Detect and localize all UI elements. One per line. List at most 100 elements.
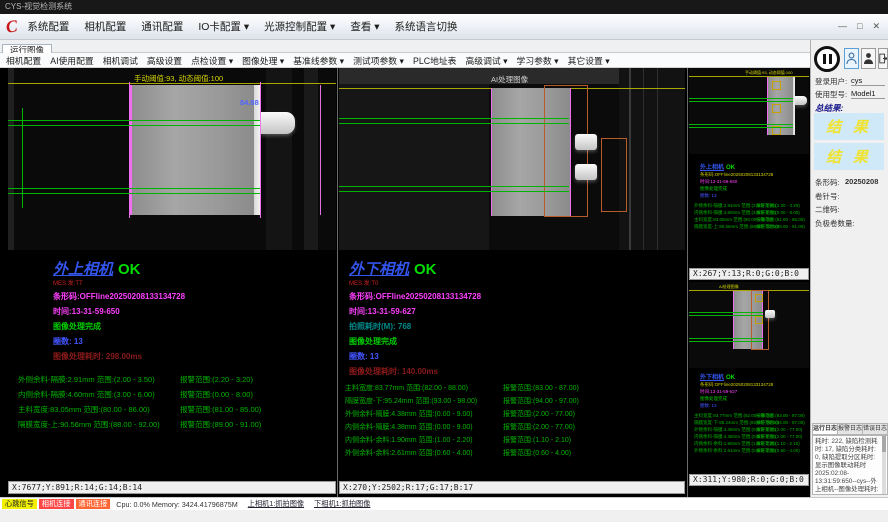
user-icon [846,52,857,65]
alarm-range: 报警范围:(1.10 - 2.10) [503,437,571,444]
tool-spot-check[interactable]: 点检设置 ▾ [191,54,233,67]
qr-label: 二维码: [815,204,840,215]
result-block-lower-outer: 外下相机OK MES:发:T0 条形码:OFFline2025020813313… [339,250,685,468]
minimize-icon[interactable]: — [838,22,847,31]
window-title: CYS-视觉检测系统 [5,2,72,11]
reflective-part [575,164,597,180]
measure-tag: 84.88 [240,98,259,107]
electrode-region [130,85,254,215]
result-block-upper-outer: 外上相机OK MES:发:TT 条形码:OFFline2025020813313… [8,250,336,468]
user-manage-button[interactable] [861,48,876,69]
tool-plc-address[interactable]: PLC地址表 [413,54,457,67]
camera-title: 外下相机OK [349,258,685,279]
user-dark-icon [863,52,874,65]
measure-row: 隔膜宽度-上:90.56mm 范围:(88.00 - 92.00)报警范围:(8… [18,419,336,434]
pixel-readout-mini-bottom: X:311;Y:980;R:0;G:0;B:0 [689,474,809,486]
comm-connect-badge: 通讯连接 [76,499,111,509]
log-text-area[interactable]: 耗时: 222, 缺陷检测耗时: 17, 缺陷分类耗时: 0, 缺陷提取分区耗时… [812,435,888,495]
measure-value: 隔膜宽度-上:90.56mm 范围:(88.00 - 92.00) [18,419,180,430]
login-user-value: cys [851,76,885,86]
barcode-line: 条形码:OFFline20250208133134728 [53,291,336,302]
measure-row: 主料宽度:83.77mm 范围:(82.00 - 88.00)报警范围:(83.… [345,383,685,396]
mes-status: MES:发:T0 [349,278,685,287]
alarm-range: 报警范围:(89.00 - 91.00) [180,420,261,429]
pixel-readout-mini-top: X:267;Y:13;R:0;G:0;B:0 [689,268,809,280]
alarm-range: 报警范围:(83.00 - 87.00) [503,385,579,392]
photo-time-line: 拍照耗时(M): 768 [349,321,685,332]
model-label: 使用型号: [815,89,847,100]
result-box-lower: 结 果 [814,143,884,170]
tool-advanced-debug[interactable]: 高级调试 ▾ [465,54,507,67]
tool-camera-debug[interactable]: 相机调试 [103,54,138,67]
time-line: 时间:13-31-59-650 [53,306,336,317]
menu-light-config[interactable]: 光源控制配置 ▾ [264,19,335,34]
close-icon[interactable]: ✕ [872,22,880,31]
measure-value: 内侧余料-隔膜:4.60mm 范围:(3.00 - 6.00) [18,389,180,400]
barcode-line: 条形码:OFFline20250208133134728 [349,291,685,302]
camera-image-lower-outer[interactable]: AI处理图像 [339,68,685,250]
toolbar: 相机配置 AI使用配置 相机调试 高级设置 点检设置 ▾ 图像处理 ▾ 基准线参… [0,53,810,68]
turn-count-line: 圈数: 13 [53,336,336,347]
count-label: 负极卷数量: [815,218,855,229]
mini-result-top: 外上相机OK 条形码:OFFline20250208133134728 时间:1… [700,162,805,231]
lower-camera-snap-link[interactable]: 下相机1:抓拍图像 [314,499,370,509]
alarm-range: 报警范围:(2.00 - 77.00) [503,411,575,418]
mini-camera-view-top[interactable]: 手动阈值:93, 动态阈值:100 [689,68,809,154]
log-scrollbar[interactable] [882,436,886,494]
pause-button[interactable] [814,46,840,72]
main-content: 手动阈值:93, 动态阈值:100 84.88 外上相机OK MES:发:TT … [0,68,810,497]
pixel-readout-middle: X:270;Y:2502;R:17;G:17;B:17 [339,481,685,494]
tool-other-settings[interactable]: 其它设置 ▾ [568,54,610,67]
window-edge [0,510,888,522]
model-value: Model1 [851,89,885,99]
heartbeat-status-badge: 心跳信号 [2,499,37,509]
camera-image-upper-outer[interactable]: 手动阈值:93, 动态阈值:100 84.88 [8,68,336,250]
menu-io-config[interactable]: IO卡配置 ▾ [198,19,249,34]
login-user-label: 登录用户: [815,76,847,87]
exit-button[interactable] [878,48,888,69]
log-tab-alarm[interactable]: 报警日志 [837,423,862,435]
app-window: CYS-视觉检测系统 C 系统配置 相机配置 通讯配置 IO卡配置 ▾ 光源控制… [0,0,888,522]
process-time-line: 图像处理耗时: 298.00ms [53,351,336,362]
log-tab-run[interactable]: 运行日志 [812,423,837,435]
threshold-overlay-text: 手动阈值:93, 动态阈值:100 [134,73,223,84]
log-tab-error[interactable]: 错误日志 [862,423,888,435]
maximize-icon[interactable]: □ [857,22,862,31]
menu-view[interactable]: 查看 ▾ [350,19,379,34]
tool-advanced-settings[interactable]: 高级设置 [147,54,182,67]
barcode-label: 条形码: [815,177,840,188]
mini-camera-view-bottom[interactable]: AI处理图像 [689,282,809,368]
measure-value: 内侧余料-余料:1.90mm 范围:(1.00 - 2.20) [345,435,503,445]
right-sidebar: 登录用户: cys 使用型号: Model1 总结果: 结 果 结 果 条形码:… [810,40,888,497]
title-bar: CYS-视觉检测系统 [0,0,888,14]
mini-result-bottom: 外下相机OK 条形码:OFFline20250208133134728 时间:1… [700,372,805,455]
reflective-part [575,134,597,150]
tool-learning-params[interactable]: 学习参数 ▾ [517,54,559,67]
tool-image-processing[interactable]: 图像处理 ▾ [242,54,284,67]
menu-camera-config[interactable]: 相机配置 [84,19,126,34]
measure-row: 外侧余料-隔膜:2.91mm 范围:(2.00 - 3.50)报警范围:(2.2… [18,374,336,389]
measure-value: 隔膜宽度-下:95.24mm 范围:(93.00 - 98.00) [345,396,503,406]
menu-system-config[interactable]: 系统配置 [27,19,69,34]
status-bar: 心跳信号 相机连接 通讯连接 Cpu: 0.0% Memory: 3424.41… [0,497,888,510]
tool-camera-config[interactable]: 相机配置 [6,54,41,67]
pause-icon [823,54,826,64]
alarm-range: 报警范围:(0.60 - 4.00) [503,450,571,457]
tool-test-params[interactable]: 测试项参数 ▾ [353,54,404,67]
measure-row: 主料宽度:83.05mm 范围:(80.00 - 86.00)报警范围:(81.… [18,404,336,419]
tool-baseline-params[interactable]: 基准线参数 ▾ [293,54,344,67]
alarm-range: 报警范围:(0.00 - 8.00) [180,390,253,399]
user-login-button[interactable] [844,48,859,69]
upper-camera-snap-link[interactable]: 上相机1:抓拍图像 [248,499,304,509]
menu-language-switch[interactable]: 系统语言切换 [395,19,458,34]
measure-row: 内侧余料-隔膜:4.38mm 范围:(0.00 - 9.00)报警范围:(2.0… [345,422,685,435]
measure-value: 主料宽度:83.05mm 范围:(80.00 - 86.00) [18,404,180,415]
menu-comm-config[interactable]: 通讯配置 [141,19,183,34]
measure-row: 外侧余料-隔膜:4.38mm 范围:(0.00 - 9.00)报警范围:(2.0… [345,409,685,422]
process-done-line: 图像处理完成 [349,336,685,347]
process-time-line: 图像处理耗时: 140.00ms [349,366,685,377]
measure-value: 外侧余料-隔膜:2.91mm 范围:(2.00 - 3.50) [18,374,180,385]
barcode-value: 20250208 [845,177,878,186]
tool-ai-config[interactable]: AI使用配置 [50,54,94,67]
menu-bar: C 系统配置 相机配置 通讯配置 IO卡配置 ▾ 光源控制配置 ▾ 查看 ▾ 系… [0,14,888,40]
